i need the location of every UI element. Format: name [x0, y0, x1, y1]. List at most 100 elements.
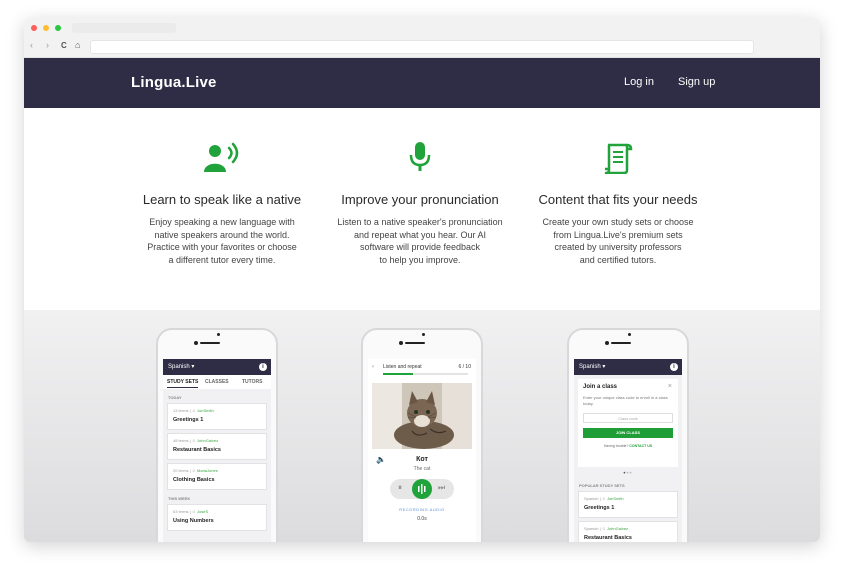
phone-study-sets: Spanish ▾ i STUDY SETS CLASSES TUTORS TO… [156, 328, 278, 542]
study-set-card[interactable]: 13 terms | ☺ JonSmith Greetings 1 [167, 403, 267, 430]
reload-button[interactable]: C [61, 41, 67, 50]
vocab-word: 🔈 Кот [368, 455, 476, 464]
card-meta: Spanish | ☺ JonSmith [584, 496, 624, 501]
join-class-modal: Join a class × Enter your unique class c… [578, 379, 678, 467]
term-count: 48 terms [173, 438, 189, 443]
account-icon[interactable]: i [670, 363, 678, 371]
feature-description: Enjoy speaking a new language with nativ… [117, 216, 327, 266]
feature-speak: Learn to speak like a native Enjoy speak… [117, 108, 327, 310]
record-button[interactable] [412, 479, 432, 499]
term-count: 63 terms [173, 509, 189, 514]
desc-line: native speakers around the world. [154, 229, 290, 240]
skip-icon[interactable]: ⏭ [438, 483, 445, 493]
phone-speaker [405, 342, 425, 344]
desc-line: and certified tutors. [579, 254, 657, 265]
card-title: Clothing Basics [173, 477, 215, 483]
vocab-translation: The cat [413, 466, 431, 472]
account-icon[interactable]: i [259, 363, 267, 371]
study-set-card[interactable]: 48 terms | ☺ JohnGalvez Restaurant Basic… [167, 433, 267, 460]
close-icon[interactable]: × [668, 383, 672, 390]
card-title: Greetings 1 [173, 417, 204, 423]
chevron-down-icon: ▾ [600, 364, 606, 370]
browser-window: ‹ › C ⌂ Lingua.Live Log in Sign up Learn… [24, 18, 820, 542]
phone-speaker [200, 342, 220, 344]
pause-icon[interactable]: ⏸ [398, 483, 402, 493]
card-title: Restaurant Basics [584, 535, 632, 541]
site-header: Lingua.Live Log in Sign up [24, 58, 820, 108]
phone-join-class: Spanish ▾ i Join a class × Enter your un… [567, 328, 689, 542]
carousel-dots[interactable]: ••• [574, 471, 682, 477]
phone-speaker [611, 342, 631, 344]
desc-line: and repeat what you hear. Our AI [353, 229, 487, 240]
vocab-word-text: Кот [416, 456, 428, 463]
feature-description: Listen to a native speaker's pronunciati… [315, 216, 525, 266]
address-bar[interactable] [90, 40, 754, 54]
features-section: Learn to speak like a native Enjoy speak… [24, 108, 820, 310]
app-bar: Spanish ▾ i [163, 359, 271, 375]
speaker-icon [204, 142, 240, 177]
lesson-header: ‹ Listen and repeat 6 / 10 [368, 359, 476, 379]
maximize-window-button[interactable] [55, 25, 61, 31]
app-screens-gallery: Spanish ▾ i STUDY SETS CLASSES TUTORS TO… [24, 310, 820, 542]
feature-pronunciation: Improve your pronunciation Listen to a n… [315, 108, 525, 310]
desc-line: from Lingua.Live's premium sets [553, 229, 683, 240]
signup-link[interactable]: Sign up [678, 76, 715, 88]
phone-screen: Spanish ▾ i Join a class × Enter your un… [574, 359, 682, 542]
join-class-button[interactable]: JOIN CLASS [583, 428, 673, 438]
feature-title: Learn to speak like a native [142, 192, 302, 207]
document-icon [603, 142, 633, 179]
class-code-input[interactable]: Class code [583, 413, 673, 423]
card-meta: 20 terms | ☺ MariaJones [173, 468, 218, 473]
app-bar: Spanish ▾ i [574, 359, 682, 375]
forward-button[interactable]: › [46, 41, 49, 50]
language-selector[interactable]: Spanish [168, 364, 190, 370]
study-set-card[interactable]: 63 terms | ☺ JoseS Using Numbers [167, 504, 267, 531]
chevron-down-icon: ▾ [189, 364, 195, 370]
study-set-card[interactable]: 20 terms | ☺ MariaJones Clothing Basics [167, 463, 267, 490]
home-button[interactable]: ⌂ [75, 41, 80, 50]
card-title: Greetings 1 [584, 505, 615, 511]
minimize-window-button[interactable] [43, 25, 49, 31]
desc-line: a different tutor every time. [168, 254, 276, 265]
phone-screen: ‹ Listen and repeat 6 / 10 🔈 Кот The cat… [368, 359, 476, 542]
tab-tutors[interactable]: TUTORS [242, 379, 262, 385]
lesson-progress-bar [383, 373, 468, 375]
desc-line: Enjoy speaking a new language with [149, 217, 295, 227]
cat-image [372, 383, 472, 449]
trouble-label: Having trouble? [603, 444, 629, 448]
card-meta: Spanish | ☺ JohnGalvez [584, 526, 629, 531]
study-set-card[interactable]: Spanish | ☺ JohnGalvez Restaurant Basics [578, 521, 678, 542]
feature-title: Improve your pronunciation [341, 192, 499, 207]
phone-camera [422, 333, 425, 336]
term-count: 20 terms [173, 468, 189, 473]
phone-sensor [194, 341, 198, 345]
back-chevron-icon[interactable]: ‹ [372, 364, 374, 370]
phone-camera [217, 333, 220, 336]
browser-tab[interactable] [72, 23, 176, 33]
phone-sensor [399, 341, 403, 345]
audio-speaker-icon[interactable]: 🔈 [376, 455, 386, 464]
close-window-button[interactable] [31, 25, 37, 31]
card-meta: 48 terms | ☺ JohnGalvez [173, 438, 219, 443]
back-button[interactable]: ‹ [30, 41, 33, 50]
lesson-title: Listen and repeat [383, 364, 422, 370]
tab-classes[interactable]: CLASSES [205, 379, 229, 385]
feature-title: Content that fits your needs [538, 192, 698, 207]
card-author: JohnGalvez [606, 526, 629, 531]
phone-sensor [605, 341, 609, 345]
card-author: JoseS [197, 509, 209, 514]
study-set-card[interactable]: Spanish | ☺ JonSmith Greetings 1 [578, 491, 678, 518]
card-language: Spanish [584, 526, 599, 531]
tabs-bar: STUDY SETS CLASSES TUTORS [163, 375, 271, 389]
desc-line: Practice with your favorites or choose [147, 242, 297, 252]
audio-controls: ⏸ ⏭ [390, 479, 454, 499]
contact-us-link[interactable]: CONTACT US [629, 444, 652, 448]
tab-study-sets[interactable]: STUDY SETS [167, 379, 199, 388]
language-selector[interactable]: Spanish [579, 364, 601, 370]
modal-title: Join a class [583, 384, 618, 390]
site-logo[interactable]: Lingua.Live [131, 74, 217, 91]
browser-chrome: ‹ › C ⌂ [24, 18, 820, 58]
lesson-progress-text: 6 / 10 [458, 364, 471, 370]
phone-camera [628, 333, 631, 336]
login-link[interactable]: Log in [624, 76, 654, 88]
